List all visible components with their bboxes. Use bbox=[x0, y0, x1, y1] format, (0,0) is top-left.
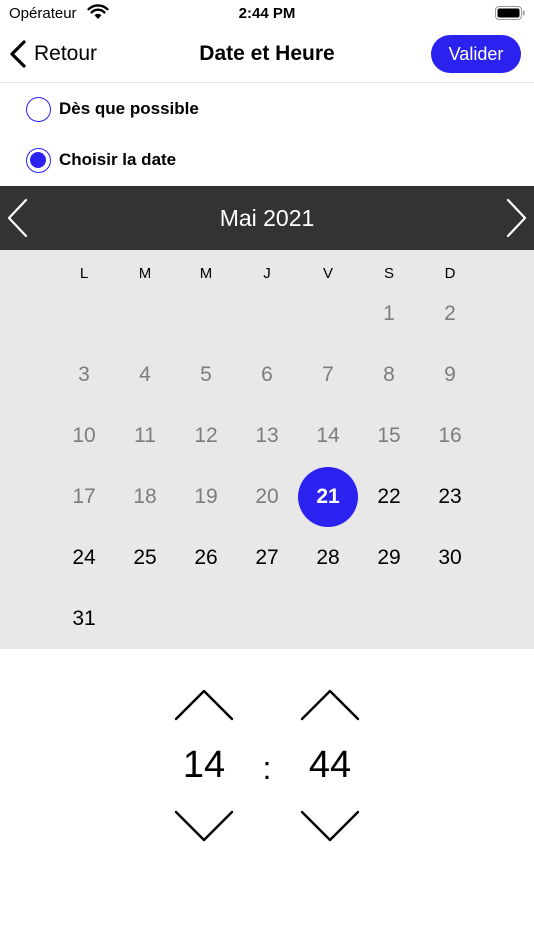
weekday-label: S bbox=[383, 265, 394, 282]
battery-icon bbox=[495, 6, 525, 20]
calendar-day[interactable]: 11 bbox=[115, 406, 175, 466]
calendar-day[interactable]: 1 bbox=[359, 284, 419, 344]
radio-asap[interactable] bbox=[26, 96, 51, 122]
navigation-bar: Retour Date et Heure Valider bbox=[0, 28, 534, 83]
calendar-day[interactable]: 17 bbox=[54, 467, 114, 527]
calendar-day[interactable]: 30 bbox=[420, 528, 480, 588]
calendar-day[interactable]: 23 bbox=[420, 467, 480, 527]
calendar-day[interactable]: 25 bbox=[115, 528, 175, 588]
calendar-day[interactable]: 5 bbox=[176, 345, 236, 405]
calendar-day[interactable]: 31 bbox=[54, 589, 114, 649]
time-separator: : bbox=[262, 750, 272, 786]
option-asap-label: Dès que possible bbox=[59, 99, 199, 118]
calendar-day[interactable]: 7 bbox=[298, 345, 358, 405]
weekday-label: L bbox=[79, 265, 89, 282]
calendar-day[interactable]: 12 bbox=[176, 406, 236, 466]
option-asap[interactable]: Dès que possible bbox=[26, 96, 199, 122]
status-bar: Opérateur 2:44 PM bbox=[0, 0, 534, 28]
calendar-header: Mai 2021 bbox=[0, 186, 534, 250]
calendar-day[interactable]: 18 bbox=[115, 467, 175, 527]
calendar-day[interactable]: 15 bbox=[359, 406, 419, 466]
calendar-day[interactable]: 13 bbox=[237, 406, 297, 466]
calendar-day[interactable]: 29 bbox=[359, 528, 419, 588]
calendar-day[interactable]: 16 bbox=[420, 406, 480, 466]
calendar-day[interactable]: 3 bbox=[54, 345, 114, 405]
hour-increment-button[interactable] bbox=[174, 688, 234, 722]
minute-increment-button[interactable] bbox=[300, 688, 360, 722]
weekday-label: J bbox=[263, 265, 271, 282]
calendar-day[interactable]: 26 bbox=[176, 528, 236, 588]
calendar-day[interactable]: 20 bbox=[237, 467, 297, 527]
calendar-day[interactable]: 10 bbox=[54, 406, 114, 466]
hour-value: 14 bbox=[182, 744, 226, 786]
calendar-day[interactable]: 4 bbox=[115, 345, 175, 405]
calendar-day-selected[interactable]: 21 bbox=[298, 467, 358, 527]
radio-choose-date[interactable] bbox=[26, 147, 51, 173]
validate-button[interactable]: Valider bbox=[431, 35, 521, 73]
next-month-button[interactable] bbox=[502, 198, 530, 238]
calendar-day[interactable]: 27 bbox=[237, 528, 297, 588]
minute-value: 44 bbox=[308, 744, 352, 786]
calendar-day[interactable]: 24 bbox=[54, 528, 114, 588]
calendar-day[interactable]: 19 bbox=[176, 467, 236, 527]
hour-decrement-button[interactable] bbox=[174, 809, 234, 843]
weekday-label: M bbox=[138, 265, 152, 282]
weekday-label: M bbox=[199, 265, 213, 282]
option-choose-date-label: Choisir la date bbox=[59, 150, 177, 169]
status-time: 2:44 PM bbox=[238, 5, 296, 22]
calendar-day[interactable]: 9 bbox=[420, 345, 480, 405]
calendar-day[interactable]: 2 bbox=[420, 284, 480, 344]
option-choose-date[interactable]: Choisir la date bbox=[26, 147, 176, 173]
minute-decrement-button[interactable] bbox=[300, 809, 360, 843]
calendar-day[interactable]: 14 bbox=[298, 406, 358, 466]
calendar-month-title: Mai 2021 bbox=[219, 205, 315, 231]
calendar-day[interactable]: 28 bbox=[298, 528, 358, 588]
calendar-day[interactable]: 6 bbox=[237, 345, 297, 405]
calendar-day[interactable]: 22 bbox=[359, 467, 419, 527]
calendar-day[interactable]: 8 bbox=[359, 345, 419, 405]
calendar-grid: L M M J V S D 1 2 3 4 5 6 7 8 9 10 11 12 13 14 15 16 17 18 19 20 21… bbox=[0, 250, 534, 649]
weekday-label: D bbox=[444, 265, 456, 282]
weekday-label: V bbox=[322, 265, 333, 282]
